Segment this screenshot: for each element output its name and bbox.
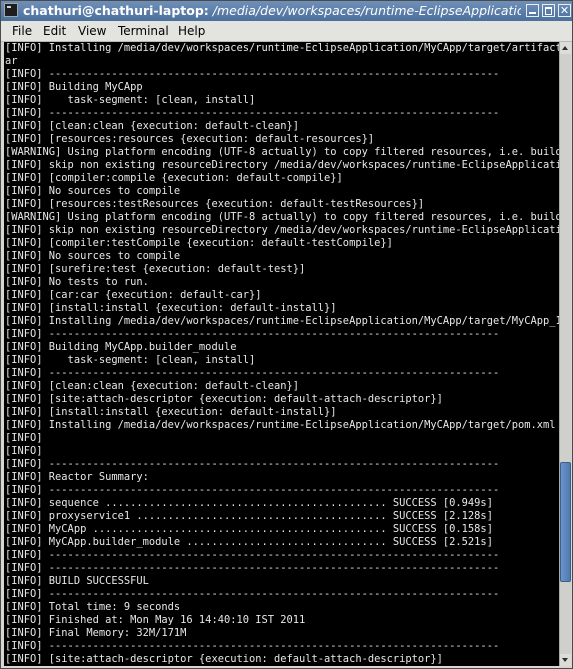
- terminal-line: [INFO] Installing /media/dev/workspaces/…: [5, 42, 559, 54]
- terminal-line: [INFO] ---------------------------------…: [5, 588, 500, 600]
- terminal-output[interactable]: [INFO] Installing /media/dev/workspaces/…: [4, 42, 559, 666]
- terminal-line: [INFO] ---------------------------------…: [5, 68, 500, 80]
- terminal-line: [INFO] ---------------------------------…: [5, 107, 500, 119]
- scroll-up-arrow-icon[interactable]: [560, 42, 571, 54]
- maximize-icon[interactable]: [542, 4, 555, 17]
- terminal-line: [INFO] Final Memory: 32M/171M: [5, 627, 187, 639]
- minimize-icon[interactable]: [526, 4, 539, 17]
- terminal-line: [INFO]: [5, 445, 43, 457]
- terminal-line: [INFO] ---------------------------------…: [5, 328, 500, 340]
- terminal-line: [WARNING] Using platform encoding (UTF-8…: [5, 211, 559, 223]
- terminal-line: [INFO] ---------------------------------…: [5, 458, 500, 470]
- terminal-line: [INFO] Building MyCApp.builder_module: [5, 341, 237, 353]
- terminal-line: [INFO] task-segment: [clean, install]: [5, 354, 256, 366]
- terminal-line: [INFO] [compiler:compile {execution: def…: [5, 172, 343, 184]
- terminal-line: [INFO] [resources:testResources {executi…: [5, 198, 425, 210]
- menu-edit[interactable]: Edit: [43, 23, 66, 39]
- terminal-line: [INFO] [install:install {execution: defa…: [5, 406, 337, 418]
- terminal-line: [WARNING] Using platform encoding (UTF-8…: [5, 146, 559, 158]
- terminal-line: [INFO] Finished at: Mon May 16 14:40:10 …: [5, 614, 306, 626]
- menu-bar: File Edit View Terminal Help: [1, 21, 572, 42]
- terminal-line: [INFO] [site:attach-descriptor {executio…: [5, 653, 443, 665]
- close-icon[interactable]: ✕: [558, 4, 571, 17]
- terminal-app-icon: [4, 3, 18, 17]
- terminal-line: [INFO] MyCApp ..........................…: [5, 523, 493, 535]
- terminal-lines: [INFO] Installing /media/dev/workspaces/…: [5, 42, 559, 666]
- scrollbar-thumb[interactable]: [560, 462, 571, 582]
- window-title: chathuri@chathuri-laptop: /media/dev/wor…: [23, 3, 521, 19]
- menu-terminal[interactable]: Terminal: [118, 23, 169, 39]
- terminal-line: [INFO] Installing /media/dev/workspaces/…: [5, 315, 559, 327]
- terminal-line: [INFO] [install:install {execution: defa…: [5, 302, 337, 314]
- terminal-line: [INFO] [surefire:test {execution: defaul…: [5, 263, 306, 275]
- terminal-line: [INFO] [compiler:testCompile {execution:…: [5, 237, 393, 249]
- terminal-line: [INFO] ---------------------------------…: [5, 562, 500, 574]
- menu-help[interactable]: Help: [178, 23, 205, 39]
- terminal-line: [INFO] sequence ........................…: [5, 497, 493, 509]
- terminal-line: [INFO] No sources to compile: [5, 250, 181, 262]
- terminal-line: [INFO] Building MyCApp: [5, 81, 143, 93]
- terminal-line: [INFO] [resources:resources {execution: …: [5, 133, 375, 145]
- window-title-host: chathuri@chathuri-laptop:: [23, 3, 209, 18]
- terminal-line: [INFO] No sources to compile: [5, 185, 181, 197]
- menu-view[interactable]: View: [78, 23, 106, 39]
- window-title-path: /media/dev/workspaces/runtime-EclipseApp…: [208, 3, 521, 18]
- terminal-line: [INFO] ---------------------------------…: [5, 549, 500, 561]
- terminal-window: chathuri@chathuri-laptop: /media/dev/wor…: [0, 0, 573, 669]
- terminal-line: [INFO] MyCApp.builder_module ...........…: [5, 536, 493, 548]
- title-bar[interactable]: chathuri@chathuri-laptop: /media/dev/wor…: [1, 1, 572, 22]
- terminal-line: [INFO] [site:attach-descriptor {executio…: [5, 393, 443, 405]
- terminal-line: [INFO] No tests to run.: [5, 276, 149, 288]
- terminal-line: [INFO] skip non existing resourceDirecto…: [5, 159, 559, 171]
- terminal-line: [INFO] proxyservice1 ...................…: [5, 510, 493, 522]
- terminal-line: [INFO] Total time: 9 seconds: [5, 601, 181, 613]
- terminal-line: [INFO] BUILD SUCCESSFUL: [5, 575, 149, 587]
- terminal-line: ar: [5, 55, 18, 67]
- scroll-down-arrow-icon[interactable]: [560, 654, 571, 666]
- vertical-scrollbar[interactable]: [559, 42, 571, 666]
- terminal-line: [INFO]: [5, 432, 43, 444]
- terminal-line: [INFO] ---------------------------------…: [5, 640, 500, 652]
- menu-file[interactable]: File: [12, 23, 32, 39]
- terminal-line: [INFO] ---------------------------------…: [5, 484, 500, 496]
- terminal-line: [INFO] ---------------------------------…: [5, 367, 500, 379]
- terminal-line: [INFO] skip non existing resourceDirecto…: [5, 224, 559, 236]
- terminal-line: [INFO] [car:car {execution: default-car}…: [5, 289, 262, 301]
- terminal-line: [INFO] Installing /media/dev/workspaces/…: [5, 419, 559, 431]
- terminal-line: [INFO] task-segment: [clean, install]: [5, 94, 256, 106]
- terminal-line: [INFO] [clean:clean {execution: default-…: [5, 120, 300, 132]
- terminal-line: [INFO] Reactor Summary:: [5, 471, 149, 483]
- terminal-line: [INFO] [clean:clean {execution: default-…: [5, 380, 300, 392]
